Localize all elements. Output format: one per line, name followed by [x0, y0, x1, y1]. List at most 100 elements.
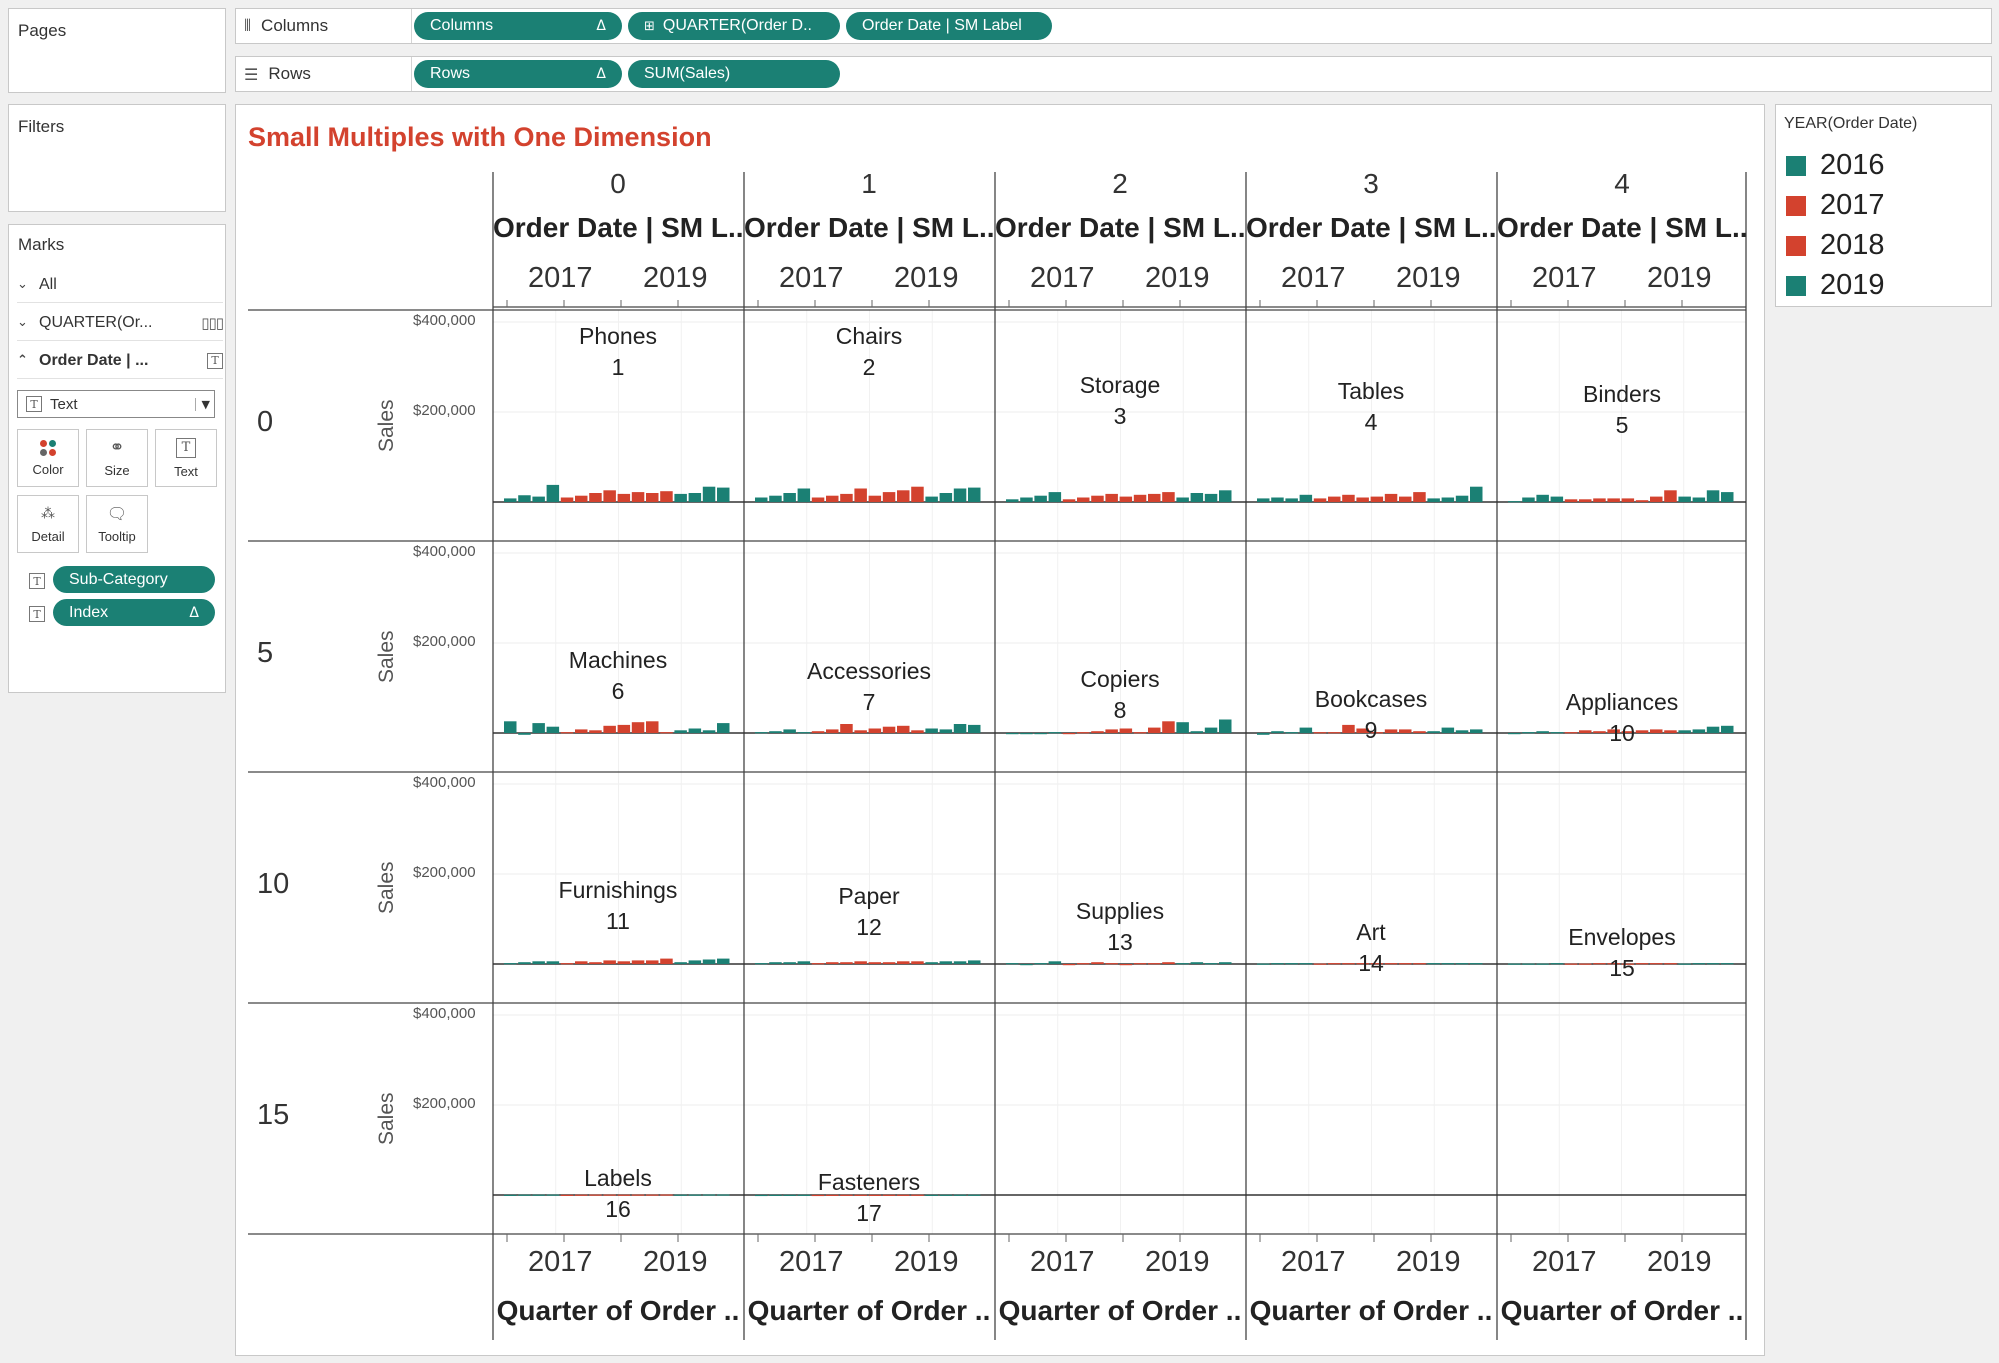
legend-item[interactable]: 2018 — [1786, 229, 1885, 262]
legend-item[interactable]: 2016 — [1786, 149, 1885, 182]
marks-orderdate-row[interactable]: ⌃ Order Date | ... T — [17, 343, 223, 379]
mark-type-select[interactable]: T Text ▼ — [17, 390, 215, 418]
columns-pill[interactable]: Columns Δ — [414, 12, 622, 40]
legend-label: 2017 — [1820, 189, 1885, 221]
subcategory-pill[interactable]: Sub-Category — [53, 566, 215, 593]
subcategory-text-icon: T — [29, 573, 45, 589]
x-axis-title: Quarter of Order .. — [747, 1295, 991, 1326]
expand-icon: ⊞ — [644, 18, 655, 34]
tooltip-icon: 🗨 — [106, 503, 128, 523]
bar-chart-icon: ▯▯▯ — [201, 313, 224, 332]
subcategory-label: Machines — [568, 647, 668, 673]
marks-card: Marks ⌄ All ⌄ QUARTER(Or... ▯▯▯ ⌃ Order … — [8, 224, 226, 693]
index-label: 8 — [1113, 697, 1127, 723]
detail-icon: ⁂ — [41, 505, 55, 522]
index-label: 3 — [1113, 403, 1127, 429]
subcategory-label: Phones — [578, 323, 657, 349]
y-tick-label: $200,000 — [413, 1095, 476, 1112]
sum-sales-pill[interactable]: SUM(Sales) — [628, 60, 840, 88]
y-tick-label: $400,000 — [413, 1005, 476, 1022]
legend-swatch — [1786, 155, 1806, 176]
rows-icon: ☰ — [244, 64, 259, 84]
x-year-label: 2017 — [1532, 262, 1597, 294]
y-axis-title: Sales — [375, 1092, 398, 1145]
index-label: 4 — [1364, 409, 1378, 435]
color-button-label: Color — [32, 461, 64, 477]
subcategory-label: Labels — [584, 1165, 652, 1191]
subcategory-label: Storage — [1079, 372, 1161, 398]
x-axis-title: Quarter of Order .. — [998, 1295, 1242, 1326]
marks-quarter-label: QUARTER(Or... — [39, 313, 153, 331]
legend-swatch — [1786, 275, 1806, 296]
quarter-pill[interactable]: ⊞ QUARTER(Order D.. — [628, 12, 840, 40]
size-icon: ⚭ — [109, 436, 125, 458]
row-header-number: 10 — [257, 868, 290, 900]
color-button[interactable]: Color — [17, 429, 79, 487]
y-tick-label: $400,000 — [413, 543, 476, 560]
x-year-label: 2019 — [1396, 1246, 1461, 1278]
text-button[interactable]: T Text — [155, 429, 217, 487]
row-header-number: 5 — [257, 637, 274, 669]
y-tick-label: $200,000 — [413, 633, 476, 650]
index-text-icon: T — [29, 606, 45, 622]
index-pill-label: Index — [69, 603, 109, 621]
chevron-down-icon: ⌄ — [17, 277, 28, 292]
pages-card[interactable]: Pages — [8, 8, 226, 93]
column-header-label: Order Date | SM L.. — [493, 212, 743, 243]
columns-pill-label: Columns — [430, 17, 494, 34]
index-pill[interactable]: Index Δ — [53, 599, 215, 626]
x-year-label: 2017 — [1030, 262, 1095, 294]
x-axis-title: Quarter of Order .. — [1500, 1295, 1744, 1326]
index-label: 7 — [862, 689, 876, 715]
filters-card[interactable]: Filters — [8, 104, 226, 212]
index-label: 17 — [856, 1200, 882, 1226]
rows-label-text: Rows — [268, 64, 311, 83]
sm-label-pill-label: Order Date | SM Label — [862, 17, 1022, 34]
subcategory-label: Binders — [1583, 381, 1661, 407]
size-button-label: Size — [104, 462, 130, 478]
legend-label: 2019 — [1820, 269, 1885, 301]
x-year-label: 2019 — [643, 262, 708, 294]
tooltip-button[interactable]: 🗨 Tooltip — [86, 495, 148, 553]
legend-item[interactable]: 2017 — [1786, 189, 1885, 222]
rows-shelf[interactable]: ☰ Rows Rows Δ SUM(Sales) — [235, 56, 1992, 92]
chevron-down-icon: ⌄ — [17, 315, 28, 330]
subcategory-label: Fasteners — [817, 1169, 921, 1195]
x-year-label: 2017 — [528, 1246, 593, 1278]
y-tick-label: $200,000 — [413, 402, 476, 419]
sm-label-pill[interactable]: Order Date | SM Label — [846, 12, 1052, 40]
marks-orderdate-label: Order Date | ... — [39, 351, 149, 369]
x-year-label: 2019 — [1396, 262, 1461, 294]
x-year-label: 2019 — [1145, 1246, 1210, 1278]
rows-pill-label: Rows — [430, 65, 471, 82]
legend-item[interactable]: 2019 — [1786, 269, 1885, 302]
legend-title: YEAR(Order Date) — [1784, 115, 1918, 132]
column-header-number: 3 — [1363, 168, 1379, 199]
columns-shelf-label: ⦀ Columns — [244, 9, 328, 43]
index-label: 12 — [856, 914, 882, 940]
x-axis-title: Quarter of Order .. — [496, 1295, 740, 1326]
subcategory-pill-label: Sub-Category — [69, 570, 168, 588]
index-label: 10 — [1609, 720, 1635, 746]
detail-button[interactable]: ⁂ Detail — [17, 495, 79, 553]
rows-pill[interactable]: Rows Δ — [414, 60, 622, 88]
shelf-divider — [411, 9, 412, 43]
quarter-pill-label: QUARTER(Order D.. — [662, 17, 812, 34]
columns-icon: ⦀ — [244, 16, 252, 35]
row-header-number: 15 — [257, 1099, 290, 1131]
x-year-label: 2019 — [643, 1246, 708, 1278]
index-label: 2 — [862, 354, 876, 380]
x-year-label: 2017 — [528, 262, 593, 294]
legend-swatch — [1786, 195, 1806, 216]
size-button[interactable]: ⚭ Size — [86, 429, 148, 487]
columns-shelf[interactable]: ⦀ Columns Columns Δ ⊞ QUARTER(Order D.. … — [235, 8, 1992, 44]
index-label: 5 — [1615, 412, 1629, 438]
shelf-divider — [411, 57, 412, 91]
marks-quarter-row[interactable]: ⌄ QUARTER(Or... ▯▯▯ — [17, 305, 224, 341]
y-tick-label: $200,000 — [413, 864, 476, 881]
index-label: 13 — [1107, 929, 1133, 955]
subcategory-label: Envelopes — [1568, 924, 1676, 950]
pages-title: Pages — [18, 21, 67, 40]
marks-all-row[interactable]: ⌄ All — [17, 267, 223, 303]
column-header-label: Order Date | SM L.. — [744, 212, 994, 243]
